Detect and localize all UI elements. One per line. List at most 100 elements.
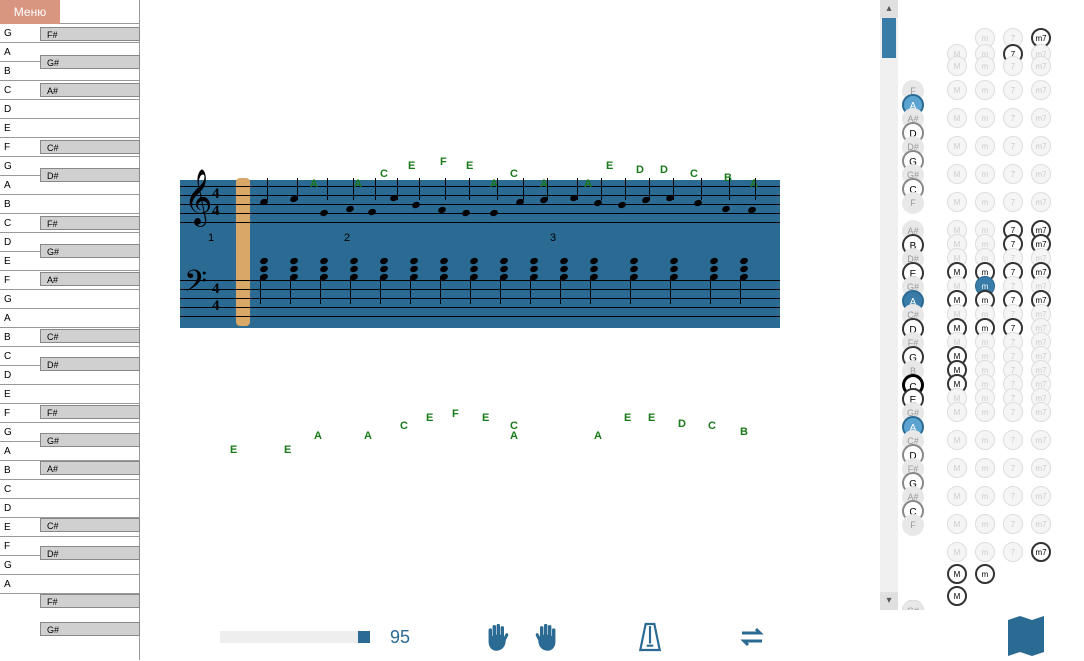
map-view-icon[interactable] <box>1008 616 1044 656</box>
menu-button[interactable]: Меню <box>0 0 60 24</box>
black-key[interactable]: C# <box>40 518 140 532</box>
left-hand-icon[interactable] <box>480 621 512 653</box>
chord-quality-button[interactable]: m7 <box>1031 108 1051 128</box>
chord-quality-button[interactable]: 7 <box>1003 108 1023 128</box>
black-key[interactable]: A# <box>40 461 140 475</box>
chord-quality-button[interactable]: M <box>947 430 967 450</box>
chord-quality-button[interactable]: M <box>947 192 967 212</box>
chord-quality-button[interactable]: m <box>975 514 995 534</box>
chord-quality-button[interactable]: 7 <box>1003 542 1023 562</box>
white-key[interactable]: C <box>0 480 140 499</box>
chord-quality-button[interactable]: M <box>947 486 967 506</box>
black-key[interactable]: A# <box>40 83 140 97</box>
chord-quality-button[interactable]: m7 <box>1031 56 1051 76</box>
black-key[interactable]: D# <box>40 357 140 371</box>
white-key[interactable]: E <box>0 119 140 138</box>
chord-quality-button[interactable]: m <box>975 56 995 76</box>
black-key[interactable]: A# <box>40 272 140 286</box>
chord-quality-button[interactable]: M <box>947 108 967 128</box>
chord-quality-button[interactable]: 7 <box>1003 164 1023 184</box>
white-key[interactable]: E <box>0 385 140 404</box>
note-label: D <box>636 164 644 176</box>
chord-quality-button[interactable]: m7 <box>1031 164 1051 184</box>
chord-quality-button[interactable]: m7 <box>1031 458 1051 478</box>
chord-quality-button[interactable]: m <box>975 402 995 422</box>
chord-quality-button[interactable]: M <box>947 564 967 584</box>
scroll-thumb[interactable] <box>882 18 896 58</box>
metronome-icon[interactable] <box>634 621 666 653</box>
score-area: 𝄞 𝄢 4 4 4 4 1 2 3 CEFECEDDCBAAAAAA EEAAC… <box>150 0 880 610</box>
black-key[interactable]: D# <box>40 168 140 182</box>
right-hand-icon[interactable] <box>532 621 564 653</box>
black-key[interactable]: C# <box>40 140 140 154</box>
chord-quality-button[interactable]: m7 <box>1031 402 1051 422</box>
scroll-down-icon[interactable]: ▾ <box>880 592 898 610</box>
black-key[interactable]: G# <box>40 433 140 447</box>
chord-quality-button[interactable]: m7 <box>1031 542 1051 562</box>
chord-root-sharp[interactable]: F <box>902 514 924 536</box>
black-key[interactable]: F# <box>40 594 140 608</box>
chord-quality-button[interactable]: m7 <box>1031 136 1051 156</box>
chord-quality-button[interactable]: M <box>947 514 967 534</box>
chord-root-sharp[interactable]: G# <box>902 600 924 610</box>
chord-quality-button[interactable]: m <box>975 80 995 100</box>
chord-quality-button[interactable]: 7 <box>1003 402 1023 422</box>
chord-quality-button[interactable]: M <box>947 56 967 76</box>
chord-quality-button[interactable]: m7 <box>1031 192 1051 212</box>
white-key[interactable]: A <box>0 575 140 594</box>
chord-quality-button[interactable]: m <box>975 136 995 156</box>
chord-quality-button[interactable]: 7 <box>1003 486 1023 506</box>
tempo-thumb[interactable] <box>358 631 370 643</box>
chord-quality-button[interactable]: 7 <box>1003 80 1023 100</box>
chord-quality-button[interactable]: 7 <box>1003 458 1023 478</box>
chord-quality-button[interactable]: m <box>975 542 995 562</box>
chord-quality-button[interactable]: 7 <box>1003 192 1023 212</box>
note-label: E <box>466 160 473 172</box>
black-key[interactable]: G# <box>40 244 140 258</box>
white-key[interactable]: A <box>0 309 140 328</box>
tempo-slider[interactable] <box>220 631 370 643</box>
chord-quality-button[interactable]: M <box>947 586 967 606</box>
treble-clef-icon: 𝄞 <box>184 170 212 226</box>
chord-quality-button[interactable]: m <box>975 564 995 584</box>
white-key[interactable]: D <box>0 100 140 119</box>
black-key[interactable]: F# <box>40 27 140 41</box>
chord-quality-button[interactable]: m <box>975 192 995 212</box>
chord-quality-button[interactable]: m <box>975 430 995 450</box>
lyric-note-label: C <box>708 420 716 432</box>
chord-quality-button[interactable]: 7 <box>1003 136 1023 156</box>
loop-icon[interactable] <box>736 621 768 653</box>
white-key[interactable]: G <box>0 290 140 309</box>
black-key[interactable]: G# <box>40 55 140 69</box>
white-key[interactable]: B <box>0 195 140 214</box>
note-label: A <box>750 178 758 190</box>
chord-quality-button[interactable]: m <box>975 164 995 184</box>
chord-quality-button[interactable]: m <box>975 486 995 506</box>
chord-root-sharp[interactable]: F <box>902 192 924 214</box>
black-key[interactable]: C# <box>40 329 140 343</box>
chord-quality-button[interactable]: 7 <box>1003 514 1023 534</box>
black-key[interactable]: F# <box>40 405 140 419</box>
black-key[interactable]: G# <box>40 622 140 636</box>
vertical-scrollbar[interactable]: ▴ ▾ <box>880 0 898 610</box>
chord-quality-button[interactable]: M <box>947 458 967 478</box>
chord-quality-button[interactable]: M <box>947 164 967 184</box>
chord-quality-button[interactable]: m <box>975 108 995 128</box>
chord-quality-button[interactable]: m7 <box>1031 486 1051 506</box>
scroll-up-icon[interactable]: ▴ <box>880 0 898 18</box>
black-key[interactable]: F# <box>40 216 140 230</box>
chord-quality-button[interactable]: M <box>947 136 967 156</box>
piano-keyboard: GABCDEFGABCDEFGABCDEFGABCDEFGAF#G#A#C#D#… <box>0 0 140 660</box>
chord-quality-button[interactable]: M <box>947 542 967 562</box>
chord-quality-button[interactable]: 7 <box>1003 430 1023 450</box>
chord-quality-button[interactable]: M <box>947 80 967 100</box>
chord-quality-button[interactable]: m7 <box>1031 80 1051 100</box>
chord-quality-button[interactable]: 7 <box>1003 56 1023 76</box>
time-sig-bot-bass: 4 <box>212 299 220 314</box>
white-key[interactable]: D <box>0 499 140 518</box>
chord-quality-button[interactable]: m7 <box>1031 430 1051 450</box>
black-key[interactable]: D# <box>40 546 140 560</box>
chord-quality-button[interactable]: m7 <box>1031 514 1051 534</box>
chord-quality-button[interactable]: M <box>947 402 967 422</box>
chord-quality-button[interactable]: m <box>975 458 995 478</box>
